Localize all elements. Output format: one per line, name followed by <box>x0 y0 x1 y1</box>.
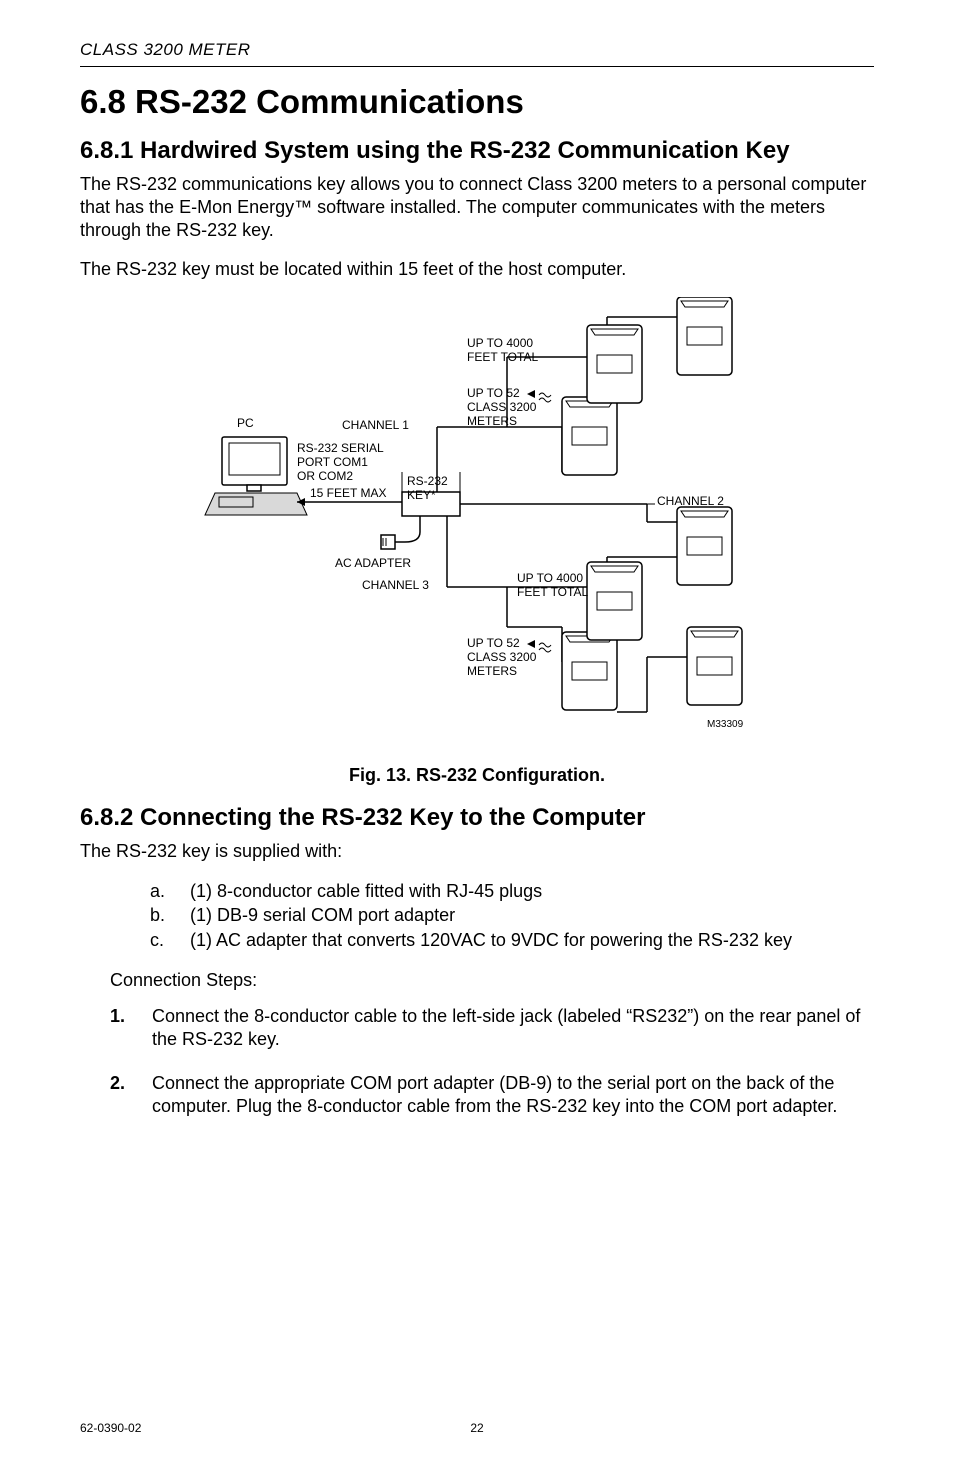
step-item: 2. Connect the appropriate COM port adap… <box>110 1072 874 1119</box>
list-marker: a. <box>150 879 172 903</box>
figure-caption: Fig. 13. RS-232 Configuration. <box>80 765 874 786</box>
figure-13: .ln { stroke:#000; stroke-width:1.5; fil… <box>80 297 874 757</box>
paragraph-2: The RS-232 key must be located within 15… <box>80 258 874 281</box>
channel-3-label: CHANNEL 3 <box>362 578 429 592</box>
subsection-title-2: 6.8.2 Connecting the RS-232 Key to the C… <box>80 804 874 832</box>
channel-2-label: CHANNEL 2 <box>657 494 724 508</box>
list-text: (1) DB-9 serial COM port adapter <box>190 903 455 927</box>
steps-list: 1. Connect the 8-conductor cable to the … <box>80 1005 874 1119</box>
figure-ref: M33309 <box>707 719 744 730</box>
page-footer: 62-0390-02 22 <box>80 1421 874 1435</box>
doc-number: 62-0390-02 <box>80 1421 141 1435</box>
up-to-4000-a-label: UP TO 4000 FEET TOTAL <box>467 336 538 364</box>
subsection-title-1: 6.8.1 Hardwired System using the RS-232 … <box>80 137 874 165</box>
paragraph-1: The RS-232 communications key allows you… <box>80 173 874 242</box>
rs232-diagram: .ln { stroke:#000; stroke-width:1.5; fil… <box>147 297 807 757</box>
pc-label: PC <box>237 416 254 430</box>
up-to-4000-b-label: UP TO 4000 FEET TOTAL <box>517 571 588 599</box>
step-text: Connect the 8-conductor cable to the lef… <box>152 1005 874 1052</box>
list-marker: b. <box>150 903 172 927</box>
rs232-serial-label: RS-232 SERIAL PORT COM1 OR COM2 <box>297 441 387 483</box>
step-text: Connect the appropriate COM port adapter… <box>152 1072 874 1119</box>
step-item: 1. Connect the 8-conductor cable to the … <box>110 1005 874 1052</box>
supplied-list: a. (1) 8-conductor cable fitted with RJ-… <box>80 879 874 952</box>
running-head: CLASS 3200 METER <box>80 40 874 60</box>
paragraph-3: The RS-232 key is supplied with: <box>80 840 874 863</box>
meter-group-top <box>507 297 732 475</box>
ac-adapter-label: AC ADAPTER <box>335 556 411 570</box>
section-title: 6.8 RS-232 Communications <box>80 83 874 121</box>
meter-channel-2 <box>647 504 732 585</box>
list-item: c. (1) AC adapter that converts 120VAC t… <box>150 928 874 952</box>
step-number: 2. <box>110 1072 132 1119</box>
connection-steps-label: Connection Steps: <box>110 970 874 991</box>
header-rule <box>80 66 874 67</box>
fifteen-feet-label: 15 FEET MAX <box>310 486 386 500</box>
page-number: 22 <box>470 1421 483 1435</box>
list-marker: c. <box>150 928 172 952</box>
up-to-52-b-label: UP TO 52 CLASS 3200 METERS <box>467 636 540 678</box>
list-item: a. (1) 8-conductor cable fitted with RJ-… <box>150 879 874 903</box>
list-text: (1) AC adapter that converts 120VAC to 9… <box>190 928 792 952</box>
list-item: b. (1) DB-9 serial COM port adapter <box>150 903 874 927</box>
list-text: (1) 8-conductor cable fitted with RJ-45 … <box>190 879 542 903</box>
up-to-52-a-label: UP TO 52 CLASS 3200 METERS <box>467 386 540 428</box>
page: CLASS 3200 METER 6.8 RS-232 Communicatio… <box>0 0 954 1475</box>
channel-1-label: CHANNEL 1 <box>342 418 409 432</box>
step-number: 1. <box>110 1005 132 1052</box>
